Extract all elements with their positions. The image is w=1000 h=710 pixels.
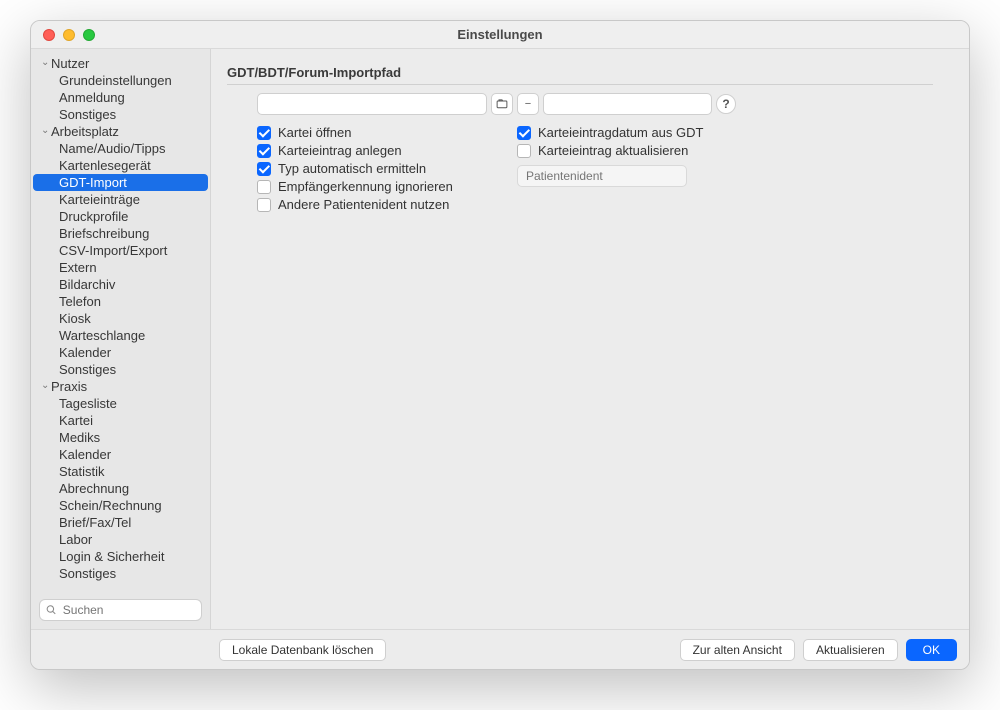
sidebar-item[interactable]: Sonstiges xyxy=(31,106,210,123)
sidebar-item[interactable]: Login & Sicherheit xyxy=(31,548,210,565)
checkbox-label: Typ automatisch ermitteln xyxy=(278,161,426,176)
sidebar-item[interactable]: Warteschlange xyxy=(31,327,210,344)
sidebar-item[interactable]: Mediks xyxy=(31,429,210,446)
old-view-button[interactable]: Zur alten Ansicht xyxy=(680,639,795,661)
checkbox-label: Karteieintragdatum aus GDT xyxy=(538,125,703,140)
options-right-column: Karteieintragdatum aus GDT Karteieintrag … xyxy=(517,125,767,212)
sidebar-item[interactable]: Sonstiges xyxy=(31,565,210,582)
checkbox-label: Karteieintrag anlegen xyxy=(278,143,402,158)
browse-button[interactable] xyxy=(491,93,513,115)
main-content: GDT/BDT/Forum-Importpfad − ? Kartei öffn… xyxy=(211,49,969,629)
sidebar-group-label: Arbeitsplatz xyxy=(51,124,119,139)
window-controls xyxy=(31,29,95,41)
sidebar-item[interactable]: Druckprofile xyxy=(31,208,210,225)
sidebar-item[interactable]: Bildarchiv xyxy=(31,276,210,293)
sidebar-group-label: Praxis xyxy=(51,379,87,394)
checkbox[interactable] xyxy=(257,162,271,176)
checkbox-row: Typ automatisch ermitteln xyxy=(257,161,507,176)
footer: Lokale Datenbank löschen Zur alten Ansich… xyxy=(31,629,969,669)
import-path-row: − ? xyxy=(227,93,933,115)
browse-icon xyxy=(496,98,508,110)
sidebar-item[interactable]: Kalender xyxy=(31,446,210,463)
sidebar-item[interactable]: Kalender xyxy=(31,344,210,361)
checkbox-label: Andere Patientenident nutzen xyxy=(278,197,449,212)
remove-path-button[interactable]: − xyxy=(517,93,539,115)
sidebar-group-header[interactable]: ⌄Praxis xyxy=(31,378,210,395)
checkbox[interactable] xyxy=(257,198,271,212)
search-field[interactable] xyxy=(61,602,195,618)
sidebar-item[interactable]: Anmeldung xyxy=(31,89,210,106)
sidebar-item[interactable]: Kartenlesegerät xyxy=(31,157,210,174)
sidebar-item[interactable]: Karteieinträge xyxy=(31,191,210,208)
minimize-icon[interactable] xyxy=(63,29,75,41)
chevron-down-icon: ⌄ xyxy=(41,57,51,68)
sidebar-item[interactable]: Schein/Rechnung xyxy=(31,497,210,514)
sidebar-item[interactable]: CSV-Import/Export xyxy=(31,242,210,259)
chevron-down-icon: ⌄ xyxy=(41,380,51,391)
close-icon[interactable] xyxy=(43,29,55,41)
refresh-button[interactable]: Aktualisieren xyxy=(803,639,898,661)
search-input[interactable] xyxy=(39,599,202,621)
sidebar-item[interactable]: Kiosk xyxy=(31,310,210,327)
sidebar-item[interactable]: Brief/Fax/Tel xyxy=(31,514,210,531)
sidebar-item[interactable]: Extern xyxy=(31,259,210,276)
checkbox-row: Karteieintragdatum aus GDT xyxy=(517,125,767,140)
sidebar-item[interactable]: Telefon xyxy=(31,293,210,310)
options-left-column: Kartei öffnen Karteieintrag anlegen Typ au… xyxy=(257,125,507,212)
checkbox[interactable] xyxy=(517,126,531,140)
sidebar-item[interactable]: Name/Audio/Tipps xyxy=(31,140,210,157)
sidebar-group-header[interactable]: ⌄Nutzer xyxy=(31,55,210,72)
sidebar-tree: ⌄NutzerGrundeinstellungenAnmeldungSonsti… xyxy=(31,49,210,591)
import-path-input[interactable] xyxy=(257,93,487,115)
chevron-down-icon: ⌄ xyxy=(41,125,51,136)
checkbox-row: Andere Patientenident nutzen xyxy=(257,197,507,212)
checkbox[interactable] xyxy=(257,144,271,158)
second-path-input[interactable] xyxy=(543,93,712,115)
sidebar-item[interactable]: Briefschreibung xyxy=(31,225,210,242)
checkbox-label: Karteieintrag aktualisieren xyxy=(538,143,688,158)
checkbox[interactable] xyxy=(257,180,271,194)
sidebar-item[interactable]: GDT-Import xyxy=(33,174,208,191)
checkbox[interactable] xyxy=(517,144,531,158)
checkbox-row: Karteieintrag anlegen xyxy=(257,143,507,158)
titlebar: Einstellungen xyxy=(31,21,969,49)
checkbox-row: Kartei öffnen xyxy=(257,125,507,140)
checkbox-label: Kartei öffnen xyxy=(278,125,351,140)
help-button[interactable]: ? xyxy=(716,94,736,114)
preferences-window: Einstellungen ⌄NutzerGrundeinstellungenA… xyxy=(30,20,970,670)
sidebar-item[interactable]: Grundeinstellungen xyxy=(31,72,210,89)
search-icon xyxy=(46,604,57,616)
window-title: Einstellungen xyxy=(31,27,969,42)
sidebar-item[interactable]: Kartei xyxy=(31,412,210,429)
sidebar-item[interactable]: Labor xyxy=(31,531,210,548)
checkbox-row: Karteieintrag aktualisieren xyxy=(517,143,767,158)
divider xyxy=(227,84,933,85)
sidebar-item[interactable]: Tagesliste xyxy=(31,395,210,412)
checkbox-row: Empfängerkennung ignorieren xyxy=(257,179,507,194)
patient-ident-input xyxy=(517,165,687,187)
sidebar-group-label: Nutzer xyxy=(51,56,89,71)
zoom-icon[interactable] xyxy=(83,29,95,41)
checkbox[interactable] xyxy=(257,126,271,140)
sidebar: ⌄NutzerGrundeinstellungenAnmeldungSonsti… xyxy=(31,49,211,629)
sidebar-item[interactable]: Statistik xyxy=(31,463,210,480)
section-title: GDT/BDT/Forum-Importpfad xyxy=(227,65,933,84)
delete-local-db-button[interactable]: Lokale Datenbank löschen xyxy=(219,639,386,661)
ok-button[interactable]: OK xyxy=(906,639,957,661)
sidebar-item[interactable]: Sonstiges xyxy=(31,361,210,378)
sidebar-group-header[interactable]: ⌄Arbeitsplatz xyxy=(31,123,210,140)
sidebar-item[interactable]: Abrechnung xyxy=(31,480,210,497)
checkbox-label: Empfängerkennung ignorieren xyxy=(278,179,453,194)
